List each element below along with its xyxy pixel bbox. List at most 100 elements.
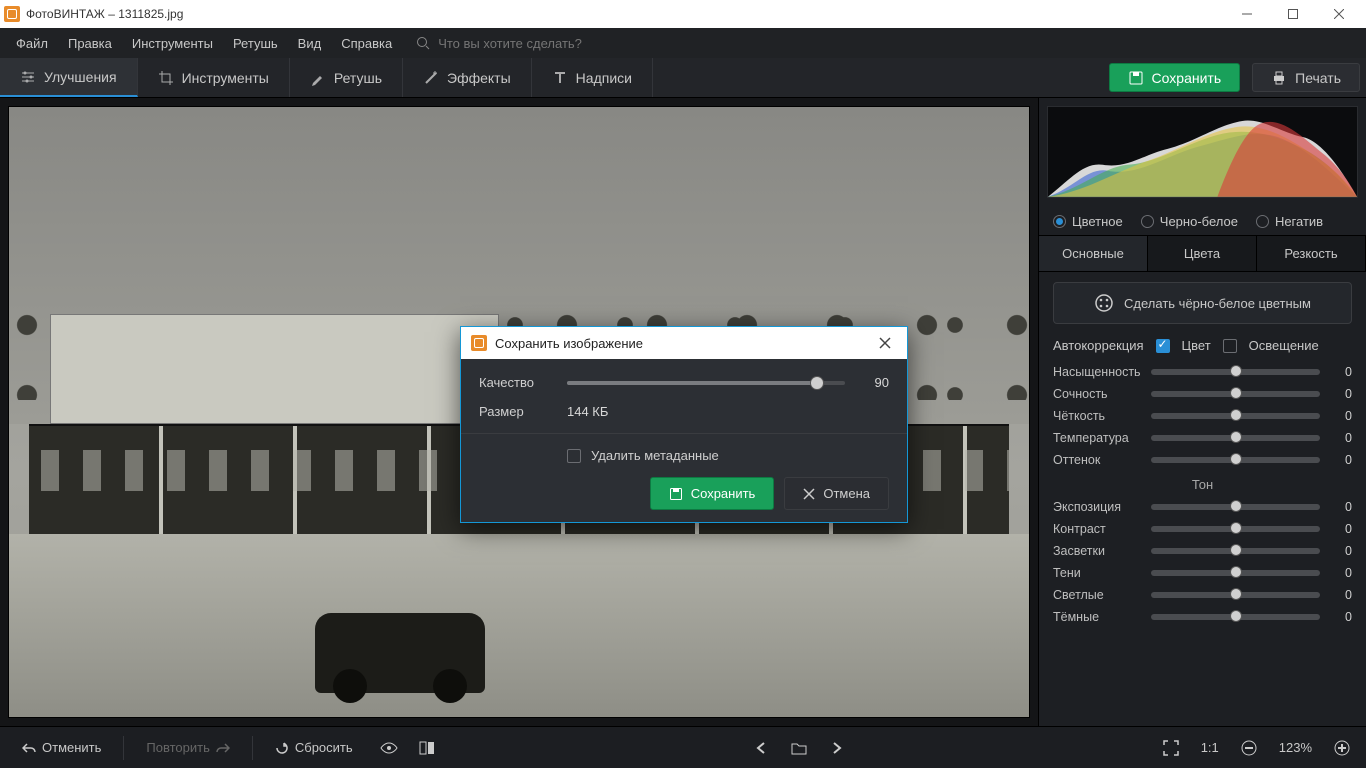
sliders-icon (20, 69, 36, 85)
menu-file[interactable]: Файл (8, 32, 56, 55)
property-value: 0 (1328, 522, 1352, 536)
autocorr-light-checkbox[interactable] (1223, 339, 1237, 353)
menu-retouch[interactable]: Ретушь (225, 32, 286, 55)
slider-knob[interactable] (1230, 500, 1242, 512)
redo-icon (216, 741, 230, 755)
fullscreen-icon (1163, 740, 1179, 756)
property-value: 0 (1328, 566, 1352, 580)
slider-knob[interactable] (1230, 610, 1242, 622)
menu-search-input[interactable] (438, 36, 658, 51)
menu-search (416, 36, 658, 51)
zoom-in[interactable] (1328, 734, 1356, 762)
quality-slider[interactable] (567, 381, 845, 385)
panel-body: Сделать чёрно-белое цветным Автокоррекци… (1039, 272, 1366, 726)
colorize-bw-label: Сделать чёрно-белое цветным (1124, 296, 1311, 311)
canvas-area: Сохранить изображение Качество 90 Размер… (0, 98, 1038, 726)
eye-icon (380, 739, 398, 757)
folder-icon (791, 741, 807, 755)
tab-text[interactable]: Надписи (532, 58, 653, 97)
undo-button[interactable]: Отменить (10, 734, 113, 761)
preview-toggle[interactable] (375, 734, 403, 762)
save-icon (669, 487, 683, 501)
tab-retouch[interactable]: Ретушь (290, 58, 403, 97)
mode-negative[interactable]: Негатив (1256, 214, 1323, 229)
menu-help[interactable]: Справка (333, 32, 400, 55)
dialog-title: Сохранить изображение (495, 336, 643, 351)
print-label: Печать (1295, 70, 1341, 86)
slider-knob[interactable] (1230, 522, 1242, 534)
chevron-left-icon (756, 742, 766, 754)
fit-screen[interactable] (1157, 734, 1185, 762)
autocorr-color-checkbox[interactable] (1156, 339, 1170, 353)
tab-effects[interactable]: Эффекты (403, 58, 532, 97)
slider-knob[interactable] (1230, 453, 1242, 465)
slider-knob[interactable] (1230, 588, 1242, 600)
menu-tools[interactable]: Инструменты (124, 32, 221, 55)
property-slider[interactable] (1151, 457, 1320, 463)
zoom-ratio[interactable]: 1:1 (1195, 740, 1225, 755)
slider-knob[interactable] (1230, 544, 1242, 556)
dialog-cancel-button[interactable]: Отмена (784, 477, 889, 510)
slider-knob[interactable] (810, 376, 824, 390)
mode-color[interactable]: Цветное (1053, 214, 1123, 229)
slider-knob[interactable] (1230, 409, 1242, 421)
print-button[interactable]: Печать (1252, 63, 1360, 92)
property-slider[interactable] (1151, 369, 1320, 375)
property-label: Тени (1053, 566, 1143, 580)
reset-icon (275, 741, 289, 755)
proptab-colors[interactable]: Цвета (1148, 236, 1257, 271)
property-label: Светлые (1053, 588, 1143, 602)
save-label: Сохранить (1152, 70, 1222, 86)
proptab-sharpness[interactable]: Резкость (1257, 236, 1366, 271)
property-slider[interactable] (1151, 614, 1320, 620)
slider-knob[interactable] (1230, 566, 1242, 578)
colorize-bw-button[interactable]: Сделать чёрно-белое цветным (1053, 282, 1352, 324)
menu-edit[interactable]: Правка (60, 32, 120, 55)
menu-view[interactable]: Вид (290, 32, 330, 55)
property-row: Светлые0 (1053, 588, 1352, 602)
property-value: 0 (1328, 500, 1352, 514)
proptab-basic[interactable]: Основные (1039, 236, 1148, 271)
window-close-button[interactable] (1316, 0, 1362, 28)
save-button[interactable]: Сохранить (1109, 63, 1241, 92)
redo-button[interactable]: Повторить (134, 734, 241, 761)
zoom-out[interactable] (1235, 734, 1263, 762)
property-slider[interactable] (1151, 391, 1320, 397)
slider-knob[interactable] (1230, 431, 1242, 443)
property-row: Оттенок0 (1053, 453, 1352, 467)
print-icon (1271, 70, 1287, 86)
tab-instruments[interactable]: Инструменты (138, 58, 290, 97)
nav-browse[interactable] (785, 734, 813, 762)
property-row: Сочность0 (1053, 387, 1352, 401)
reset-button[interactable]: Сбросить (263, 734, 365, 761)
nav-prev[interactable] (747, 734, 775, 762)
property-label: Контраст (1053, 522, 1143, 536)
nav-next[interactable] (823, 734, 851, 762)
slider-knob[interactable] (1230, 365, 1242, 377)
slider-knob[interactable] (1230, 387, 1242, 399)
property-slider[interactable] (1151, 504, 1320, 510)
property-row: Температура0 (1053, 431, 1352, 445)
bottom-bar: Отменить Повторить Сбросить 1:1 123% (0, 726, 1366, 768)
window-maximize-button[interactable] (1270, 0, 1316, 28)
property-slider[interactable] (1151, 570, 1320, 576)
dialog-titlebar[interactable]: Сохранить изображение (461, 327, 907, 359)
delete-metadata-checkbox[interactable] (567, 449, 581, 463)
property-row: Тени 0 (1053, 566, 1352, 580)
property-row: Засветки0 (1053, 544, 1352, 558)
mode-bw[interactable]: Черно-белое (1141, 214, 1238, 229)
property-slider[interactable] (1151, 592, 1320, 598)
property-slider[interactable] (1151, 526, 1320, 532)
tab-enhancements[interactable]: Улучшения (0, 58, 138, 97)
window-minimize-button[interactable] (1224, 0, 1270, 28)
histogram[interactable] (1047, 106, 1358, 198)
property-slider[interactable] (1151, 413, 1320, 419)
dialog-save-button[interactable]: Сохранить (650, 477, 775, 510)
compare-toggle[interactable] (413, 734, 441, 762)
property-slider[interactable] (1151, 435, 1320, 441)
titlebar: ФотоВИНТАЖ – 1311825.jpg (0, 0, 1366, 28)
dialog-close-button[interactable] (873, 333, 897, 353)
property-slider[interactable] (1151, 548, 1320, 554)
mode-label: Черно-белое (1160, 214, 1238, 229)
property-value: 0 (1328, 409, 1352, 423)
